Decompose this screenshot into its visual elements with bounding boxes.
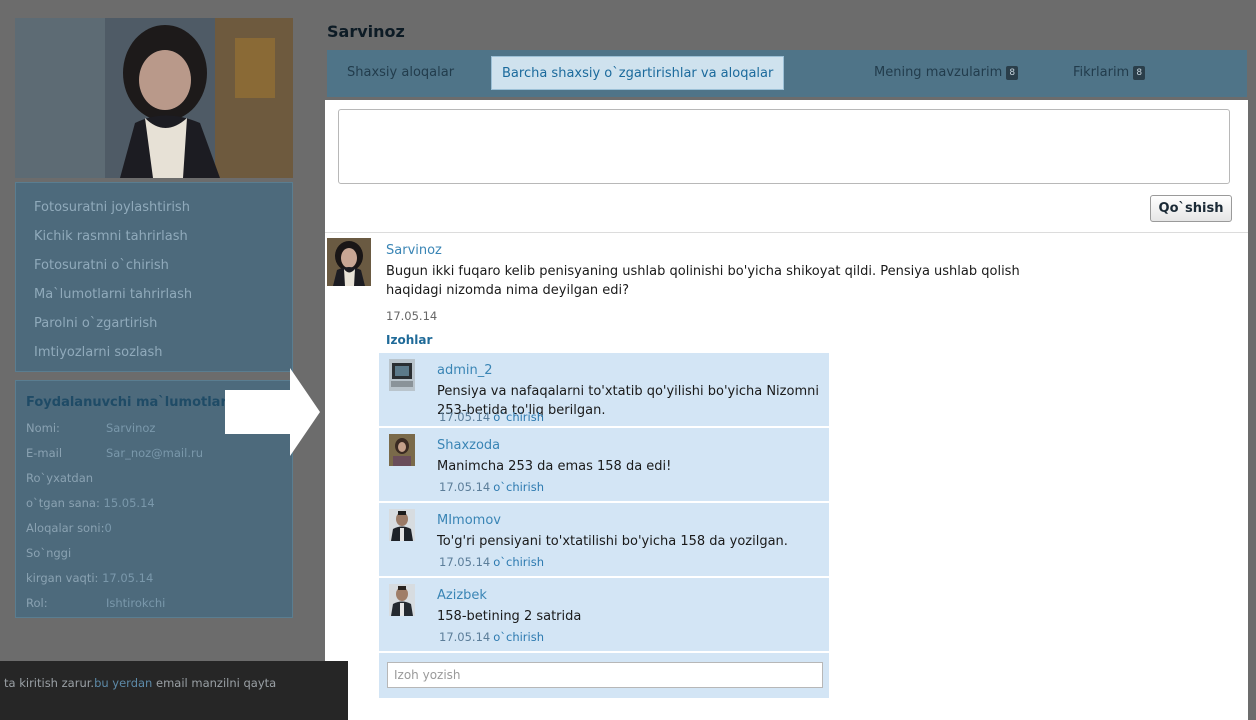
reply-box — [379, 653, 829, 698]
commenter-avatar — [389, 434, 415, 466]
menu-upload-photo[interactable]: Fotosuratni joylashtirish — [16, 193, 292, 222]
info-row-contacts: Aloqalar soni:0 — [26, 521, 112, 535]
info-row-registered-1: Ro`yxatdan — [26, 471, 94, 485]
tab-all-changes[interactable]: Barcha shaxsiy o`zgartirishlar va aloqal… — [491, 56, 785, 90]
comment-item: Azizbek 158-betining 2 satrida 17.05.14 o… — [379, 578, 829, 653]
comment-meta: 17.05.14 o`chirish — [439, 410, 545, 424]
info-row-registered-2: o`tgan sana: 15.05.14 — [26, 496, 155, 510]
arrow-right-icon — [225, 368, 320, 460]
commenter-avatar — [389, 509, 415, 541]
add-post-button[interactable]: Qo`shish — [1150, 195, 1232, 222]
comment-text: 158-betining 2 satrida — [437, 609, 582, 624]
info-row-last-login-1: So`nggi — [26, 546, 72, 560]
comment-meta: 17.05.14 o`chirish — [439, 630, 545, 644]
delete-comment-link[interactable]: o`chirish — [493, 630, 544, 644]
menu-delete-photo[interactable]: Fotosuratni o`chirish — [16, 251, 292, 280]
notice-bar: ta kiritish zarur.bu yerdan email manzil… — [0, 661, 348, 720]
comment-input[interactable] — [387, 662, 823, 688]
page-title: Sarvinoz — [327, 22, 405, 41]
comment-meta: 17.05.14 o`chirish — [439, 555, 545, 569]
commenter-avatar — [389, 584, 415, 616]
divider — [325, 232, 1248, 233]
comments-label: Izohlar — [386, 333, 433, 347]
menu-edit-thumbnail[interactable]: Kichik rasmni tahrirlash — [16, 222, 292, 251]
delete-comment-link[interactable]: o`chirish — [493, 555, 544, 569]
tab-personal-contacts[interactable]: Shaxsiy aloqalar — [337, 56, 464, 90]
notice-link[interactable]: bu yerdan — [94, 676, 152, 690]
comments-count-badge: 8 — [1133, 66, 1146, 80]
main-panel: Qo`shish Sarvinoz Bugun ikki fuqaro keli… — [325, 100, 1248, 720]
tab-my-topics[interactable]: Mening mavzularim 8 — [864, 56, 1028, 90]
tab-bar: Shaxsiy aloqalar Barcha shaxsiy o`zgarti… — [327, 50, 1247, 97]
commenter-link[interactable]: Shaxzoda — [437, 438, 500, 453]
comment-item: MImomov To'g'ri pensiyani to'xtatilishi … — [379, 503, 829, 578]
delete-comment-link[interactable]: o`chirish — [493, 410, 544, 424]
comment-meta: 17.05.14 o`chirish — [439, 480, 545, 494]
menu-change-password[interactable]: Parolni o`zgartirish — [16, 309, 292, 338]
comment-item: admin_2 Pensiya va nafaqalarni to'xtatib… — [379, 353, 829, 428]
post-author-avatar — [327, 238, 371, 286]
comment-text: Manimcha 253 da emas 158 da edi! — [437, 459, 672, 474]
commenter-avatar — [389, 359, 415, 391]
commenter-link[interactable]: admin_2 — [437, 363, 493, 378]
comment-item: Shaxzoda Manimcha 253 da emas 158 da edi… — [379, 428, 829, 503]
delete-comment-link[interactable]: o`chirish — [493, 480, 544, 494]
post-date: 17.05.14 — [386, 309, 438, 323]
post-text: Bugun ikki fuqaro kelib penisyaning ushl… — [386, 264, 1020, 298]
info-row-role: Rol: Ishtirokchi — [26, 596, 166, 610]
comment-text: To'g'ri pensiyani to'xtatilishi bo'yicha… — [437, 534, 788, 549]
profile-menu: Fotosuratni joylashtirish Kichik rasmni … — [15, 182, 293, 372]
commenter-link[interactable]: MImomov — [437, 513, 501, 528]
tab-my-comments[interactable]: Fikrlarim 8 — [1063, 56, 1155, 90]
menu-privileges[interactable]: Imtiyozlarni sozlash — [16, 338, 292, 367]
menu-edit-info[interactable]: Ma`lumotlarni tahrirlash — [16, 280, 292, 309]
topics-count-badge: 8 — [1006, 66, 1019, 80]
info-row-last-login-2: kirgan vaqti: 17.05.14 — [26, 571, 154, 585]
post-author-link[interactable]: Sarvinoz — [386, 243, 442, 258]
comments-list: admin_2 Pensiya va nafaqalarni to'xtatib… — [379, 353, 829, 698]
profile-photo — [15, 18, 293, 178]
commenter-link[interactable]: Azizbek — [437, 588, 487, 603]
post-textarea[interactable] — [338, 109, 1230, 184]
